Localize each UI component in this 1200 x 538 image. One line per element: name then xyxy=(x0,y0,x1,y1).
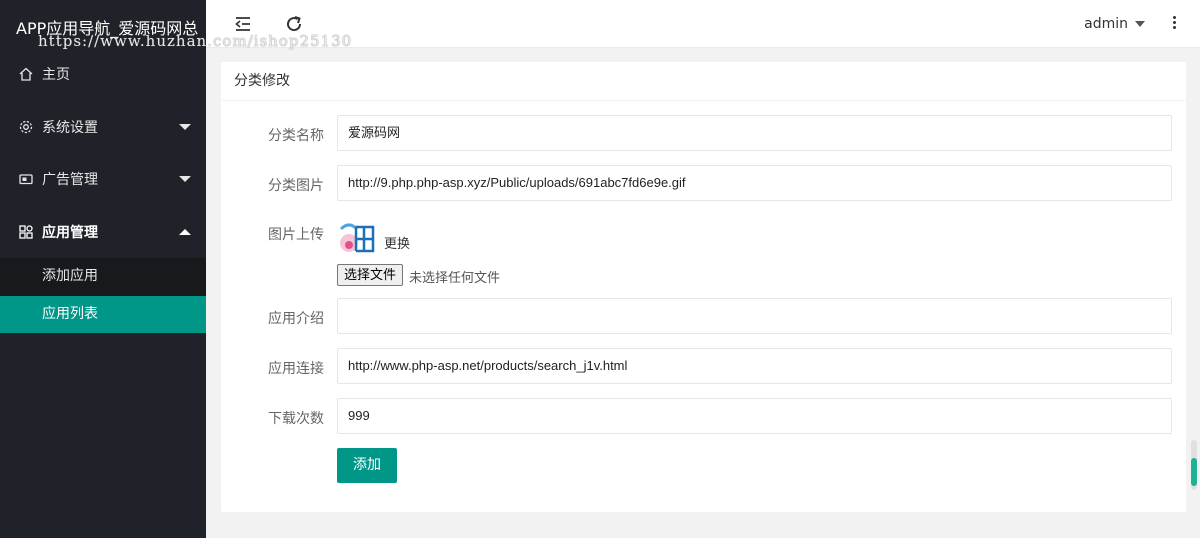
downloads-input[interactable]: 999 xyxy=(337,398,1172,434)
refresh-icon[interactable] xyxy=(284,14,304,34)
sidebar-submenu: 添加应用 应用列表 xyxy=(0,258,206,333)
sidebar-item-home[interactable]: 主页 xyxy=(0,48,206,101)
choose-file-button[interactable]: 选择文件 xyxy=(337,264,404,286)
link-input[interactable]: http://www.php-asp.net/products/search_j… xyxy=(337,348,1172,384)
change-image-link[interactable]: 更换 xyxy=(384,233,410,252)
user-menu[interactable]: admin xyxy=(1084,16,1145,32)
watermark: https://www.huzhan.com/ishop25130 xyxy=(38,32,353,50)
edit-form-card: 分类修改 分类名称 爱源码网 分类图片 http://9.php.php-asp… xyxy=(221,62,1186,512)
field-label: 分类图片 xyxy=(268,178,324,194)
field-label: 应用连接 xyxy=(268,361,324,377)
chevron-up-icon xyxy=(179,228,191,235)
gear-icon xyxy=(19,120,33,133)
username: admin xyxy=(1084,16,1128,32)
image-thumbnail xyxy=(339,223,375,253)
top-header: admin xyxy=(206,0,1200,48)
apps-icon xyxy=(19,225,33,239)
name-input[interactable]: 爱源码网 xyxy=(337,115,1172,151)
home-icon xyxy=(19,67,33,81)
add-button[interactable]: 添加 xyxy=(337,448,397,483)
collapse-menu-icon[interactable] xyxy=(233,14,253,34)
sidebar-subitem-add-app[interactable]: 添加应用 xyxy=(0,258,206,296)
sidebar-item-label: 广告管理 xyxy=(42,172,98,189)
more-icon[interactable] xyxy=(1168,14,1180,34)
sidebar-item-app-management[interactable]: 应用管理 xyxy=(0,206,206,259)
scrollbar-thumb[interactable] xyxy=(1191,458,1197,486)
ad-icon xyxy=(19,174,33,185)
chevron-down-icon xyxy=(179,176,191,183)
sidebar-subitem-app-list[interactable]: 应用列表 xyxy=(0,295,206,333)
sidebar-item-ad-management[interactable]: 广告管理 xyxy=(0,153,206,206)
sidebar: APP应用导航_爱源码网总 主页 系统设置 广告管理 应用管理 添加应用 应用列… xyxy=(0,0,206,538)
field-label: 应用介绍 xyxy=(268,311,324,327)
form-row-upload: 图片上传 更换 选择文件 未选择任何文件 xyxy=(221,219,1186,289)
chevron-down-icon xyxy=(1135,21,1145,27)
image-url-input[interactable]: http://9.php.php-asp.xyz/Public/uploads/… xyxy=(337,165,1172,201)
field-label: 分类名称 xyxy=(268,128,324,144)
field-label: 图片上传 xyxy=(268,227,324,243)
sidebar-item-label: 主页 xyxy=(42,67,70,84)
intro-input[interactable] xyxy=(337,298,1172,334)
sidebar-item-label: 系统设置 xyxy=(42,119,98,136)
sidebar-item-label: 应用管理 xyxy=(42,224,98,241)
field-label: 下载次数 xyxy=(268,411,324,427)
card-title: 分类修改 xyxy=(221,62,1186,101)
file-status: 未选择任何文件 xyxy=(409,271,501,286)
sidebar-item-system-settings[interactable]: 系统设置 xyxy=(0,101,206,154)
chevron-down-icon xyxy=(179,123,191,130)
